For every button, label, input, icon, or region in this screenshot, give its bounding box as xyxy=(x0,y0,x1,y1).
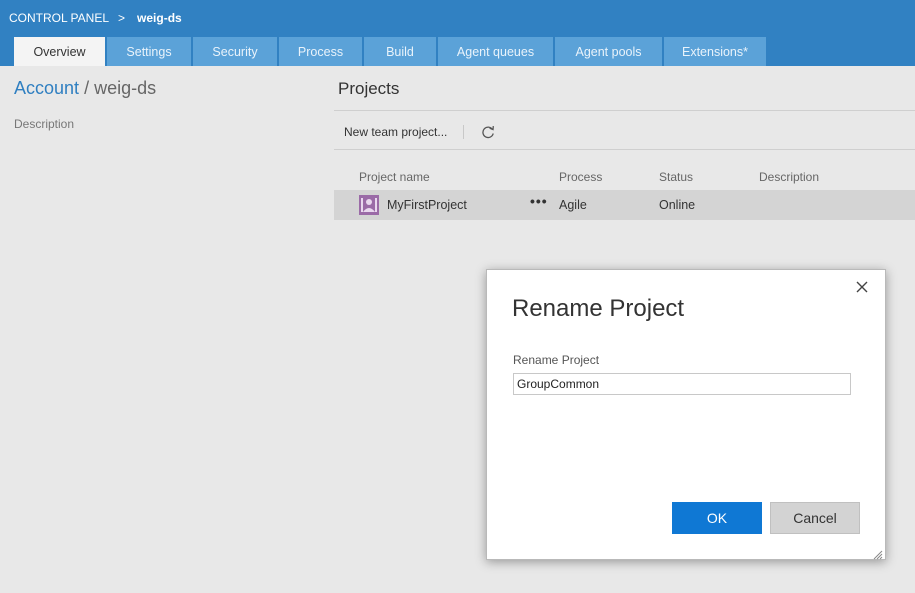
project-name[interactable]: MyFirstProject xyxy=(387,198,467,212)
breadcrumb-separator: > xyxy=(118,11,126,25)
project-status: Online xyxy=(659,198,696,212)
top-bar: CONTROL PANEL > weig-ds Overview Setting… xyxy=(0,0,915,66)
ok-button[interactable]: OK xyxy=(672,502,762,534)
rename-project-input[interactable] xyxy=(513,373,851,395)
team-project-icon xyxy=(359,195,379,215)
rename-project-dialog: Rename Project Rename Project OK Cancel xyxy=(486,269,886,560)
description-label: Description xyxy=(14,117,75,131)
projects-title: Projects xyxy=(338,79,400,98)
column-header-process[interactable]: Process xyxy=(559,170,602,184)
account-name: weig-ds xyxy=(94,78,157,98)
new-team-project-button[interactable]: New team project... xyxy=(344,125,447,139)
table-row[interactable]: MyFirstProject ••• Agile Online xyxy=(334,190,915,220)
tab-security[interactable]: Security xyxy=(193,37,277,66)
divider xyxy=(334,110,915,111)
breadcrumb-current[interactable]: weig-ds xyxy=(137,11,182,25)
column-header-status[interactable]: Status xyxy=(659,170,693,184)
column-header-project-name[interactable]: Project name xyxy=(359,170,430,184)
tab-settings[interactable]: Settings xyxy=(107,37,191,66)
tab-bar: Overview Settings Security Process Build… xyxy=(14,37,768,66)
refresh-icon[interactable] xyxy=(480,124,496,140)
cancel-button[interactable]: Cancel xyxy=(770,502,860,534)
breadcrumb: CONTROL PANEL > weig-ds xyxy=(9,11,182,25)
toolbar-separator xyxy=(463,125,465,139)
column-header-description[interactable]: Description xyxy=(759,170,819,184)
resize-grip-icon[interactable] xyxy=(873,547,883,560)
divider xyxy=(334,149,915,150)
account-separator: / xyxy=(84,78,90,98)
project-process: Agile xyxy=(559,198,587,212)
tab-extensions[interactable]: Extensions* xyxy=(664,37,766,66)
account-heading: Account / weig-ds xyxy=(14,78,156,99)
tab-overview[interactable]: Overview xyxy=(14,37,105,66)
more-actions-icon[interactable]: ••• xyxy=(530,193,548,209)
tab-process[interactable]: Process xyxy=(279,37,362,66)
breadcrumb-root[interactable]: CONTROL PANEL xyxy=(9,11,109,25)
projects-toolbar: New team project... xyxy=(344,123,496,141)
tab-agent-pools[interactable]: Agent pools xyxy=(555,37,662,66)
dialog-title: Rename Project xyxy=(512,295,685,322)
tab-agent-queues[interactable]: Agent queues xyxy=(438,37,553,66)
rename-field-label: Rename Project xyxy=(513,353,600,367)
account-link[interactable]: Account xyxy=(14,78,79,98)
close-icon[interactable] xyxy=(855,280,869,294)
tab-build[interactable]: Build xyxy=(364,37,436,66)
